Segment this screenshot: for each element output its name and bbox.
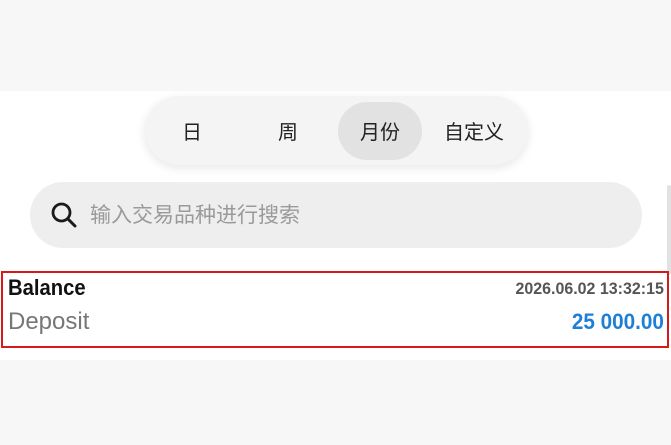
tab-day[interactable]: 日 bbox=[146, 102, 238, 160]
transaction-type: Balance bbox=[8, 275, 86, 300]
top-background bbox=[0, 0, 671, 91]
search-input[interactable] bbox=[90, 195, 610, 235]
scrollbar[interactable] bbox=[667, 185, 671, 275]
bottom-background bbox=[0, 360, 671, 445]
search-bar[interactable] bbox=[30, 182, 642, 248]
transaction-amount: 25 000.00 bbox=[571, 309, 664, 334]
app-screen: 日 周 月份 自定义 Balance 2026.06.02 13:32:15 D… bbox=[0, 0, 671, 445]
tab-week[interactable]: 周 bbox=[238, 102, 338, 160]
transaction-row[interactable]: Balance 2026.06.02 13:32:15 Deposit 25 0… bbox=[1, 271, 669, 348]
tab-custom[interactable]: 自定义 bbox=[422, 102, 526, 160]
tab-month[interactable]: 月份 bbox=[338, 101, 422, 160]
search-icon bbox=[51, 202, 77, 228]
period-selector: 日 周 月份 自定义 bbox=[145, 96, 528, 165]
transaction-description: Deposit bbox=[8, 308, 90, 335]
transaction-datetime: 2026.06.02 13:32:15 bbox=[515, 279, 664, 298]
